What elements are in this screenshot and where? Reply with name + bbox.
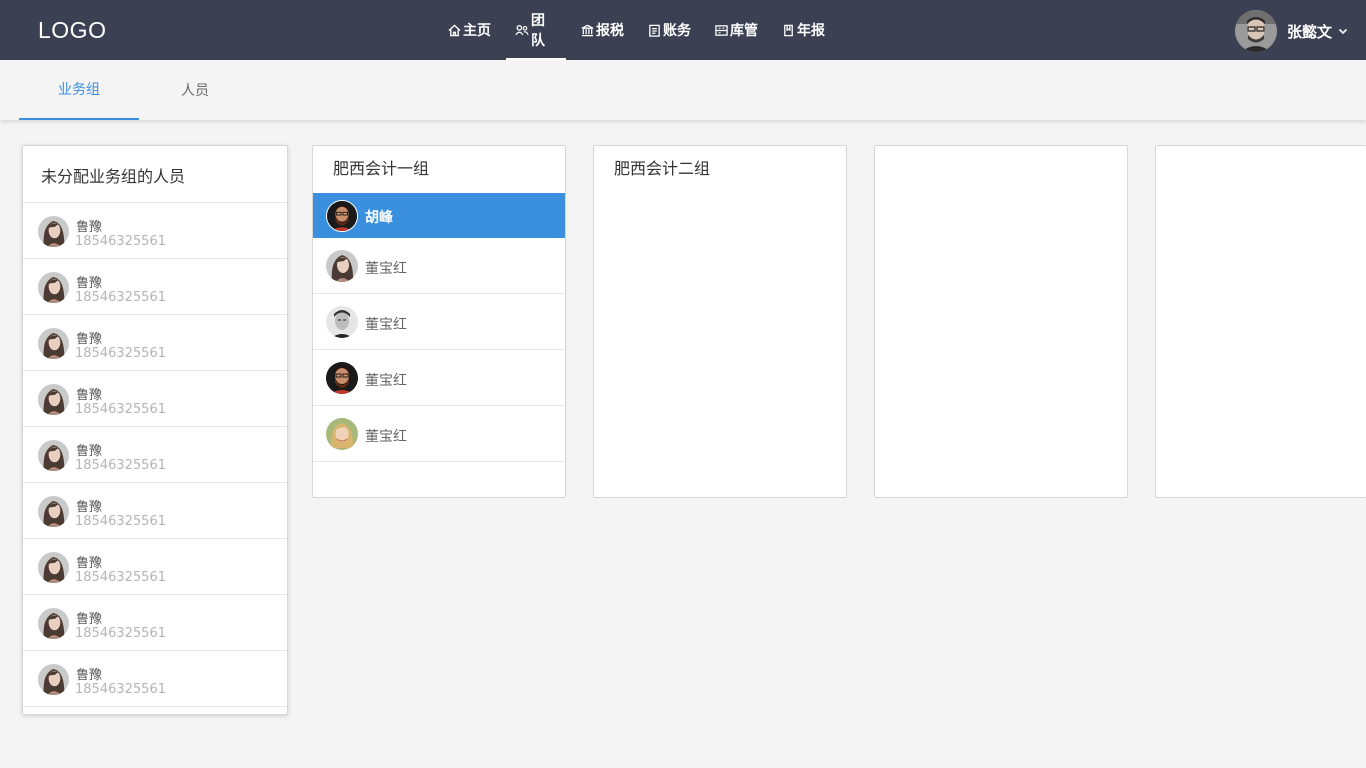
avatar [326, 306, 358, 338]
person-name: 鲁豫 [76, 444, 103, 459]
user-name[interactable]: 张懿文 [1287, 21, 1332, 42]
list-item[interactable]: 鲁豫 18546325561 [23, 259, 287, 315]
nav-item-team[interactable]: 团队 [506, 0, 566, 60]
nav-item-home[interactable]: 主页 [436, 0, 503, 60]
nav-item-label: 账务 [663, 23, 691, 39]
person-phone: 18546325561 [75, 458, 166, 473]
unassigned-people-card: 未分配业务组的人员 鲁豫 18546325561 鲁豫 18546325561 鲁豫 18… [22, 145, 288, 715]
list-item[interactable]: 董宝红 [313, 294, 565, 350]
person-phone: 18546325561 [75, 290, 166, 305]
person-name: 鲁豫 [76, 500, 103, 515]
chevron-down-icon[interactable] [1338, 26, 1348, 36]
avatar [326, 362, 358, 394]
card-title: 未分配业务组的人员 [23, 146, 287, 203]
nav-item-label: 年报 [797, 23, 825, 39]
member-name: 董宝红 [365, 373, 407, 389]
nav-item-label: 库管 [730, 23, 758, 39]
list-item[interactable]: 鲁豫 18546325561 [23, 315, 287, 371]
card-title: 肥西会计二组 [614, 159, 711, 178]
person-name: 鲁豫 [76, 276, 103, 291]
list-item[interactable]: 胡峰 [313, 193, 565, 238]
list-item[interactable]: 鲁豫 18546325561 [23, 651, 287, 707]
nav-item-label: 团队 [530, 13, 545, 49]
person-name: 鲁豫 [76, 668, 103, 683]
avatar [38, 496, 69, 527]
avatar [38, 664, 69, 695]
avatar [38, 440, 69, 471]
person-phone: 18546325561 [75, 234, 166, 249]
home-icon [448, 23, 461, 36]
nav-item-label: 报税 [596, 23, 624, 39]
avatar [326, 418, 358, 450]
annual-report-icon [784, 24, 793, 36]
group-card-3 [874, 145, 1128, 498]
avatar [38, 216, 69, 247]
avatar [38, 328, 69, 359]
avatar [38, 608, 69, 639]
main-nav: 主页 团队 报税 账务 库管 年报 [436, 0, 837, 60]
person-phone: 18546325561 [75, 570, 166, 585]
avatar [38, 272, 69, 303]
avatar [326, 200, 358, 232]
list-item[interactable]: 董宝红 [313, 406, 565, 462]
person-name: 鲁豫 [76, 612, 103, 627]
top-nav-bar: LOGO 主页 团队 报税 账务 库管 年报 张懿文 [0, 0, 1366, 60]
list-item[interactable]: 鲁豫 18546325561 [23, 595, 287, 651]
people-list: 鲁豫 18546325561 鲁豫 18546325561 鲁豫 18546325561 鲁… [23, 203, 287, 707]
group-card-2: 肥西会计二组 [593, 145, 847, 498]
list-item[interactable]: 鲁豫 18546325561 [23, 203, 287, 259]
list-item[interactable]: 董宝红 [313, 350, 565, 406]
group-card-4 [1155, 145, 1366, 498]
ledger-icon [649, 24, 660, 37]
tax-icon [581, 24, 594, 36]
person-name: 鲁豫 [76, 388, 103, 403]
person-phone: 18546325561 [75, 626, 166, 641]
avatar [38, 552, 69, 583]
nav-item-inventory[interactable]: 库管 [703, 0, 770, 60]
list-item[interactable]: 鲁豫 18546325561 [23, 483, 287, 539]
card-title: 肥西会计一组 [333, 159, 430, 178]
list-item[interactable]: 鲁豫 18546325561 [23, 539, 287, 595]
person-phone: 18546325561 [75, 346, 166, 361]
tab-bar: 业务组 人员 [0, 60, 1366, 120]
person-name: 鲁豫 [76, 556, 103, 571]
list-item[interactable]: 鲁豫 18546325561 [23, 371, 287, 427]
inventory-icon [715, 24, 728, 36]
tab-business-groups[interactable]: 业务组 [19, 60, 139, 120]
person-phone: 18546325561 [75, 402, 166, 417]
person-name: 鲁豫 [76, 220, 103, 235]
list-item[interactable]: 鲁豫 18546325561 [23, 427, 287, 483]
member-name: 董宝红 [365, 317, 407, 333]
card-title [875, 146, 1127, 193]
user-menu[interactable]: 张懿文 [1234, 10, 1348, 52]
nav-item-tax[interactable]: 报税 [569, 0, 636, 60]
member-name: 董宝红 [365, 261, 407, 277]
logo[interactable]: LOGO [38, 17, 106, 44]
person-name: 鲁豫 [76, 332, 103, 347]
tab-personnel[interactable]: 人员 [139, 60, 251, 120]
nav-item-annual-report[interactable]: 年报 [770, 0, 837, 60]
member-name: 胡峰 [365, 210, 393, 226]
group-card-1: 肥西会计一组 胡峰 董宝红 董宝红 董宝红 董宝红 [312, 145, 566, 498]
nav-item-ledger[interactable]: 账务 [636, 0, 703, 60]
card-title [1156, 146, 1366, 193]
avatar [326, 250, 358, 282]
nav-item-label: 主页 [463, 23, 491, 39]
user-avatar[interactable] [1234, 10, 1277, 52]
person-phone: 18546325561 [75, 682, 166, 697]
member-list: 胡峰 董宝红 董宝红 董宝红 董宝红 [313, 193, 565, 462]
list-item[interactable]: 董宝红 [313, 238, 565, 294]
person-phone: 18546325561 [75, 514, 166, 529]
member-name: 董宝红 [365, 429, 407, 445]
team-icon [515, 24, 529, 35]
avatar [38, 384, 69, 415]
